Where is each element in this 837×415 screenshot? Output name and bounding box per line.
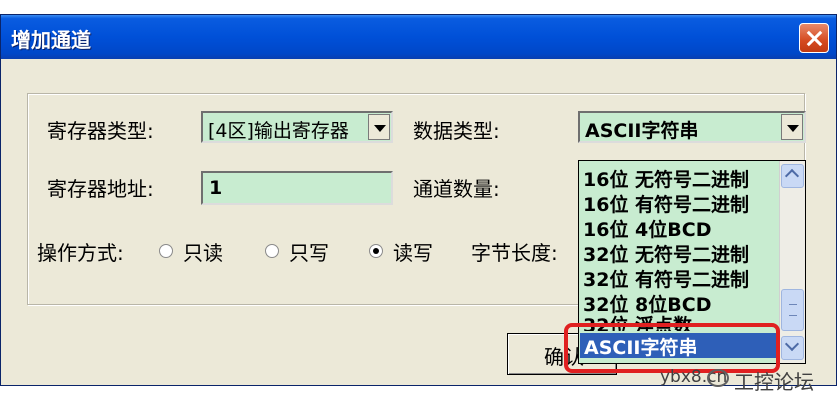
radio-read-write[interactable] (369, 244, 383, 258)
scroll-up-icon[interactable] (781, 164, 804, 188)
list-item[interactable]: 32位 有符号二进制 (583, 265, 777, 290)
window-title: 增加通道 (11, 28, 91, 52)
radio-write-only-label[interactable]: 只写 (289, 237, 329, 266)
data-type-label: 数据类型: (413, 119, 500, 143)
radio-read-only-label[interactable]: 只读 (183, 237, 223, 266)
register-address-input[interactable]: 1 (201, 171, 393, 205)
byte-length-label: 字节长度: (471, 241, 558, 265)
radio-read-write-label[interactable]: 读写 (393, 237, 433, 266)
register-type-select[interactable]: [4区]输出寄存器 (201, 111, 393, 143)
add-channel-dialog: 增加通道 寄存器类型: [4区]输出寄存器 数据类型: ASCII字符串 寄存器… (0, 14, 837, 386)
register-address-label: 寄存器地址: (47, 177, 154, 201)
watermark-name: 工控论坛 (734, 370, 814, 394)
data-type-value: ASCII字符串 (585, 120, 699, 142)
list-item[interactable]: 16位 无符号二进制 (583, 165, 777, 190)
title-bar[interactable]: 增加通道 (1, 15, 836, 59)
list-item[interactable]: 16位 有符号二进制 (583, 190, 777, 215)
register-type-value: [4区]输出寄存器 (208, 120, 349, 142)
radio-read-only[interactable] (159, 244, 173, 258)
wechat-icon (707, 369, 729, 387)
channel-count-label: 通道数量: (413, 177, 500, 201)
chevron-down-icon[interactable] (781, 114, 803, 140)
scroll-down-icon[interactable] (781, 336, 804, 360)
list-item[interactable]: 32位 无符号二进制 (583, 240, 777, 265)
data-type-select[interactable]: ASCII字符串 (578, 111, 806, 143)
dropdown-scrollbar[interactable] (779, 161, 805, 363)
list-item[interactable]: 16位 4位BCD (583, 215, 777, 240)
register-address-value: 1 (209, 177, 223, 199)
scroll-thumb[interactable] (781, 289, 804, 331)
radio-write-only[interactable] (265, 244, 279, 258)
close-icon[interactable] (799, 23, 829, 53)
chevron-down-icon[interactable] (368, 114, 390, 140)
operation-mode-label: 操作方式: (37, 241, 124, 265)
register-type-label: 寄存器类型: (47, 119, 154, 143)
